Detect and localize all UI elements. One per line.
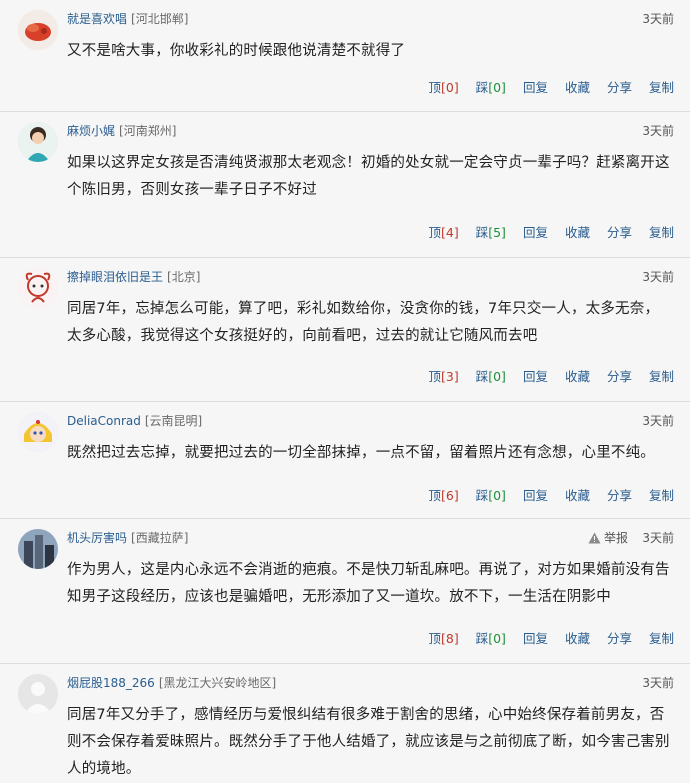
share-button[interactable]: 分享 <box>607 628 632 647</box>
upvote-button[interactable]: 顶[8] <box>428 628 458 647</box>
share-button[interactable]: 分享 <box>607 366 632 385</box>
comment-item: 麻烦小娓 [河南郑州] 3天前 如果以这界定女孩是否清纯贤淑那太老观念！初婚的处女… <box>0 112 690 258</box>
downvote-count: [0] <box>488 80 506 95</box>
comment-item: 擦掉眼泪依旧是王 [北京] 3天前 同居7年，忘掉怎么可能，算了吧，彩礼如数给你，… <box>0 258 690 402</box>
comment-location: [河北邯郸] <box>131 12 189 26</box>
comment-username[interactable]: 机头厉害吗 <box>67 531 127 545</box>
warning-icon <box>588 532 601 544</box>
avatar[interactable] <box>18 674 58 714</box>
downvote-count: [0] <box>488 488 506 503</box>
share-button[interactable]: 分享 <box>607 222 632 241</box>
favorite-button[interactable]: 收藏 <box>565 366 590 385</box>
upvote-count: [6] <box>440 488 459 503</box>
comment-time: 3天前 <box>642 12 674 26</box>
comment-text: 又不是啥大事，你收彩礼的时候跟他说清楚不就得了 <box>67 43 406 59</box>
comment-actions: 顶[4] 踩[5] 回复 收藏 分享 复制 <box>428 222 674 241</box>
comment-item: DeliaConrad [云南昆明] 3天前 既然把过去忘掉，就要把过去的一切全部… <box>0 402 690 519</box>
downvote-count: [5] <box>488 225 506 240</box>
comment-item: 烟屁股188_266 [黑龙江大兴安岭地区] 3天前 同居7年又分手了，感情经历与… <box>0 664 690 780</box>
upvote-button[interactable]: 顶[6] <box>428 485 458 504</box>
favorite-button[interactable]: 收藏 <box>565 222 590 241</box>
comment-actions: 顶[6] 踩[0] 回复 收藏 分享 复制 <box>428 485 674 504</box>
upvote-button[interactable]: 顶[4] <box>428 222 458 241</box>
comment-username[interactable]: 就是喜欢唱 <box>67 12 127 26</box>
share-button[interactable]: 分享 <box>607 485 632 504</box>
comment-actions: 顶[0] 踩[0] 回复 收藏 分享 复制 <box>428 77 674 96</box>
comment-location: [河南郑州] <box>119 124 177 138</box>
comment-item: 就是喜欢唱 [河北邯郸] 3天前 又不是啥大事，你收彩礼的时候跟他说清楚不就得了 … <box>0 0 690 112</box>
comment-username[interactable]: 擦掉眼泪依旧是王 <box>67 270 163 284</box>
favorite-button[interactable]: 收藏 <box>565 628 590 647</box>
report-button[interactable]: 举报 <box>588 529 628 547</box>
comment-location: [黑龙江大兴安岭地区] <box>158 676 277 690</box>
copy-button[interactable]: 复制 <box>649 366 674 385</box>
comment-actions: 顶[8] 踩[0] 回复 收藏 分享 复制 <box>428 628 674 647</box>
favorite-button[interactable]: 收藏 <box>565 77 590 96</box>
comment-text: 既然把过去忘掉，就要把过去的一切全部抹掉，一点不留，留着照片还有念想，心里不纯。 <box>67 445 655 461</box>
avatar[interactable] <box>18 268 58 308</box>
avatar[interactable] <box>18 122 58 162</box>
upvote-count: [0] <box>440 80 459 95</box>
comment-text: 同居7年又分手了，感情经历与爱恨纠结有很多难于割舍的思绪，心中始终保存着前男友，… <box>67 707 670 777</box>
comment-text: 作为男人，这是内心永远不会消逝的疤痕。不是快刀斩乱麻吧。再说了，对方如果婚前没有… <box>67 562 670 605</box>
avatar[interactable] <box>18 529 58 569</box>
downvote-button[interactable]: 踩[0] <box>476 628 506 647</box>
comment-username[interactable]: DeliaConrad <box>67 414 141 428</box>
comment-location: [北京] <box>167 270 201 284</box>
comment-time: 3天前 <box>642 414 674 428</box>
downvote-button[interactable]: 踩[5] <box>476 222 506 241</box>
upvote-button[interactable]: 顶[3] <box>428 366 458 385</box>
copy-button[interactable]: 复制 <box>649 222 674 241</box>
copy-button[interactable]: 复制 <box>649 485 674 504</box>
comment-username[interactable]: 烟屁股188_266 <box>67 676 155 690</box>
downvote-button[interactable]: 踩[0] <box>476 485 506 504</box>
downvote-count: [0] <box>488 631 506 646</box>
copy-button[interactable]: 复制 <box>649 628 674 647</box>
comment-username[interactable]: 麻烦小娓 <box>67 124 115 138</box>
reply-button[interactable]: 回复 <box>523 628 548 647</box>
comment-text: 如果以这界定女孩是否清纯贤淑那太老观念！初婚的处女就一定会守贞一辈子吗？赶紧离开… <box>67 155 670 198</box>
downvote-button[interactable]: 踩[0] <box>476 77 506 96</box>
downvote-count: [0] <box>488 369 506 384</box>
upvote-button[interactable]: 顶[0] <box>428 77 458 96</box>
comment-location: [西藏拉萨] <box>131 531 189 545</box>
reply-button[interactable]: 回复 <box>523 485 548 504</box>
comment-time: 3天前 <box>642 531 674 545</box>
comment-time: 3天前 <box>642 270 674 284</box>
downvote-button[interactable]: 踩[0] <box>476 366 506 385</box>
comment-time: 3天前 <box>642 124 674 138</box>
upvote-count: [8] <box>440 631 459 646</box>
comment-item: 机头厉害吗 [西藏拉萨] 举报 3天前 作为男人，这是内心永远不会消逝的疤痕。不是… <box>0 519 690 664</box>
avatar[interactable] <box>18 412 58 452</box>
reply-button[interactable]: 回复 <box>523 222 548 241</box>
avatar[interactable] <box>18 10 58 50</box>
comment-location: [云南昆明] <box>144 414 203 428</box>
reply-button[interactable]: 回复 <box>523 366 548 385</box>
upvote-count: [3] <box>440 369 459 384</box>
comment-actions: 顶[3] 踩[0] 回复 收藏 分享 复制 <box>428 366 674 385</box>
reply-button[interactable]: 回复 <box>523 77 548 96</box>
share-button[interactable]: 分享 <box>607 77 632 96</box>
comment-text: 同居7年，忘掉怎么可能，算了吧，彩礼如数给你，没贪你的钱，7年只交一人，太多无奈… <box>67 301 660 344</box>
upvote-count: [4] <box>440 225 459 240</box>
favorite-button[interactable]: 收藏 <box>565 485 590 504</box>
comment-time: 3天前 <box>642 676 674 690</box>
copy-button[interactable]: 复制 <box>649 77 674 96</box>
